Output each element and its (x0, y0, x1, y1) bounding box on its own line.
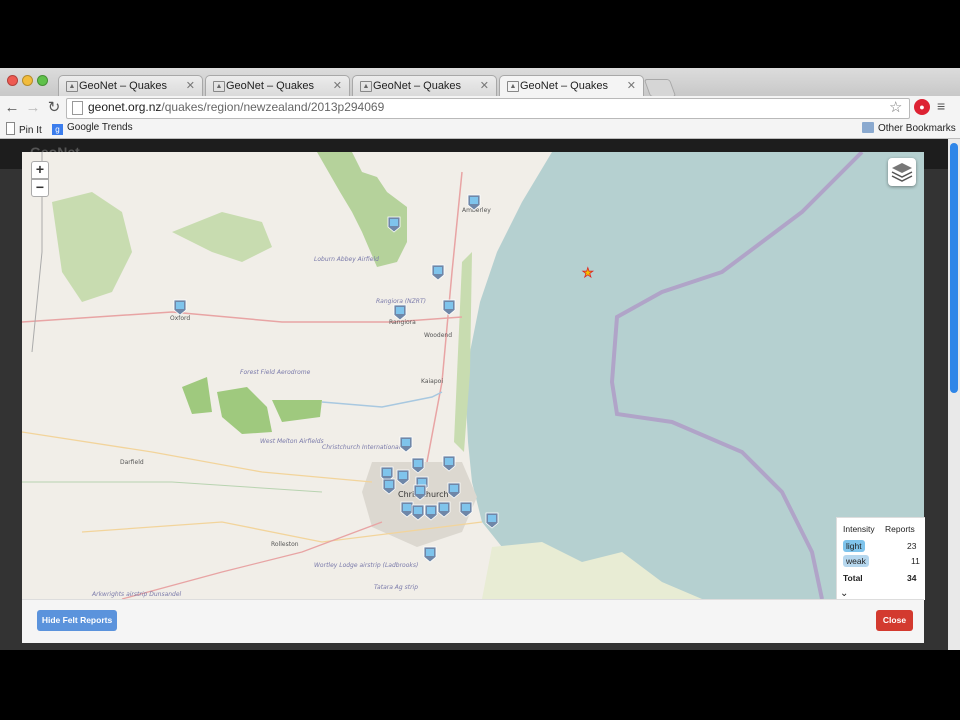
place-label: Rangiora (NZRT) (376, 298, 426, 305)
zoom-out-button[interactable]: − (31, 179, 49, 197)
forest-area (217, 387, 272, 434)
place-label: Kaiapoi (421, 378, 443, 385)
place-label: Tatara Ag strip (374, 584, 418, 591)
tab-title: GeoNet – Quakes (373, 80, 462, 92)
close-window-button[interactable] (7, 75, 18, 86)
felt-report-marker-icon[interactable] (423, 546, 437, 563)
page-icon (6, 122, 15, 135)
bookmark-star-icon[interactable]: ☆ (889, 98, 902, 116)
scrollbar-thumb[interactable] (950, 143, 958, 393)
legend-header-intensity: Intensity (843, 524, 875, 534)
forest-area (182, 377, 212, 414)
geonet-favicon-icon: ▲ (360, 81, 372, 92)
back-arrow-icon[interactable]: ← (3, 99, 21, 117)
tab-1[interactable]: ▲ GeoNet – Quakes ✕ (58, 75, 203, 96)
tab-title: GeoNet – Quakes (79, 80, 168, 92)
tab-3[interactable]: ▲ GeoNet – Quakes ✕ (352, 75, 497, 96)
forest-area (172, 212, 272, 262)
legend-row-weak-count: 11 (911, 556, 920, 566)
geonet-favicon-icon: ▲ (213, 81, 225, 92)
map-view[interactable]: Amberley Loburn Abbey Airfield Rangiora … (22, 152, 924, 599)
tab-title: GeoNet – Quakes (520, 80, 609, 92)
tab-title: GeoNet – Quakes (226, 80, 315, 92)
track (22, 481, 323, 493)
place-label: Rangiora (389, 319, 416, 326)
legend-row-weak-label: weak (843, 555, 869, 567)
place-label: Christchurch International (322, 444, 401, 451)
hide-felt-reports-button[interactable]: Hide Felt Reports (37, 610, 117, 631)
legend-header-reports: Reports (885, 524, 915, 534)
bookmark-label: Other Bookmarks (878, 123, 956, 134)
close-button[interactable]: Close (876, 610, 913, 631)
place-label: Oxford (170, 315, 190, 322)
intensity-legend: Intensity Reports light 23 weak 11 Total… (836, 517, 925, 600)
tab-4-active[interactable]: ▲ GeoNet – Quakes ✕ (499, 75, 644, 96)
forest-area (52, 192, 132, 302)
star-icon[interactable]: ★ (582, 265, 594, 281)
url-path: /quakes/region/newzealand/2013p294069 (161, 100, 385, 114)
close-tab-icon[interactable]: ✕ (627, 79, 636, 92)
extension-icon[interactable]: ● (914, 99, 930, 115)
forest-area (317, 152, 407, 267)
place-label: Darfield (120, 459, 144, 466)
chevron-down-icon[interactable]: ⌄ (840, 588, 848, 599)
geonet-favicon-icon: ▲ (66, 81, 78, 92)
url-host: geonet.org.nz (88, 100, 162, 114)
zoom-in-button[interactable]: + (31, 161, 49, 179)
felt-report-marker-icon[interactable] (431, 264, 445, 281)
zoom-window-button[interactable] (37, 75, 48, 86)
felt-report-marker-icon[interactable] (442, 299, 456, 316)
layers-icon (891, 163, 913, 182)
minimize-window-button[interactable] (22, 75, 33, 86)
forward-arrow-icon[interactable]: → (24, 99, 42, 117)
bookmark-google-trends[interactable]: g Google Trends (52, 122, 133, 135)
bookmark-label: Google Trends (67, 122, 133, 133)
river (321, 391, 443, 408)
reload-icon[interactable]: ↻ (45, 99, 63, 117)
place-label: Rolleston (271, 541, 299, 548)
map-canvas[interactable]: Amberley Loburn Abbey Airfield Rangiora … (22, 152, 924, 599)
geonet-favicon-icon: ▲ (507, 81, 519, 92)
tab-2[interactable]: ▲ GeoNet – Quakes ✕ (205, 75, 350, 96)
bookmarks-bar (0, 120, 960, 139)
legend-row-light-label: light (843, 540, 865, 552)
forest-area (272, 400, 322, 422)
place-label: Wortley Lodge airstrip (Ladbrooks) (314, 562, 418, 569)
road (121, 521, 383, 599)
place-label: West Melton Airfields (260, 438, 324, 445)
google-icon: g (52, 124, 63, 135)
legend-total-label: Total (843, 573, 863, 583)
legend-total-count: 34 (907, 573, 917, 583)
bookmark-other[interactable]: Other Bookmarks (862, 122, 956, 134)
folder-icon (862, 122, 874, 133)
legend-row-light-count: 23 (907, 541, 917, 551)
bookmark-label: Pin It (19, 125, 42, 136)
layers-button[interactable] (888, 158, 916, 186)
close-tab-icon[interactable]: ✕ (480, 79, 489, 92)
browser-menu-icon[interactable]: ≡ (937, 98, 945, 114)
url-text[interactable]: geonet.org.nz/quakes/region/newzealand/2… (88, 100, 384, 114)
modal-footer (22, 599, 924, 643)
felt-report-marker-icon[interactable] (399, 436, 413, 453)
close-tab-icon[interactable]: ✕ (333, 79, 342, 92)
close-tab-icon[interactable]: ✕ (186, 79, 195, 92)
place-label: Arkwrights airstrip Dunsandel (91, 591, 182, 598)
place-label: Woodend (424, 332, 452, 339)
bookmark-pin-it[interactable]: Pin It (6, 122, 42, 136)
felt-report-marker-icon[interactable] (393, 304, 407, 321)
place-label: Forest Field Aerodrome (240, 369, 311, 376)
place-label: Loburn Abbey Airfield (314, 256, 379, 263)
page-icon (72, 101, 83, 115)
